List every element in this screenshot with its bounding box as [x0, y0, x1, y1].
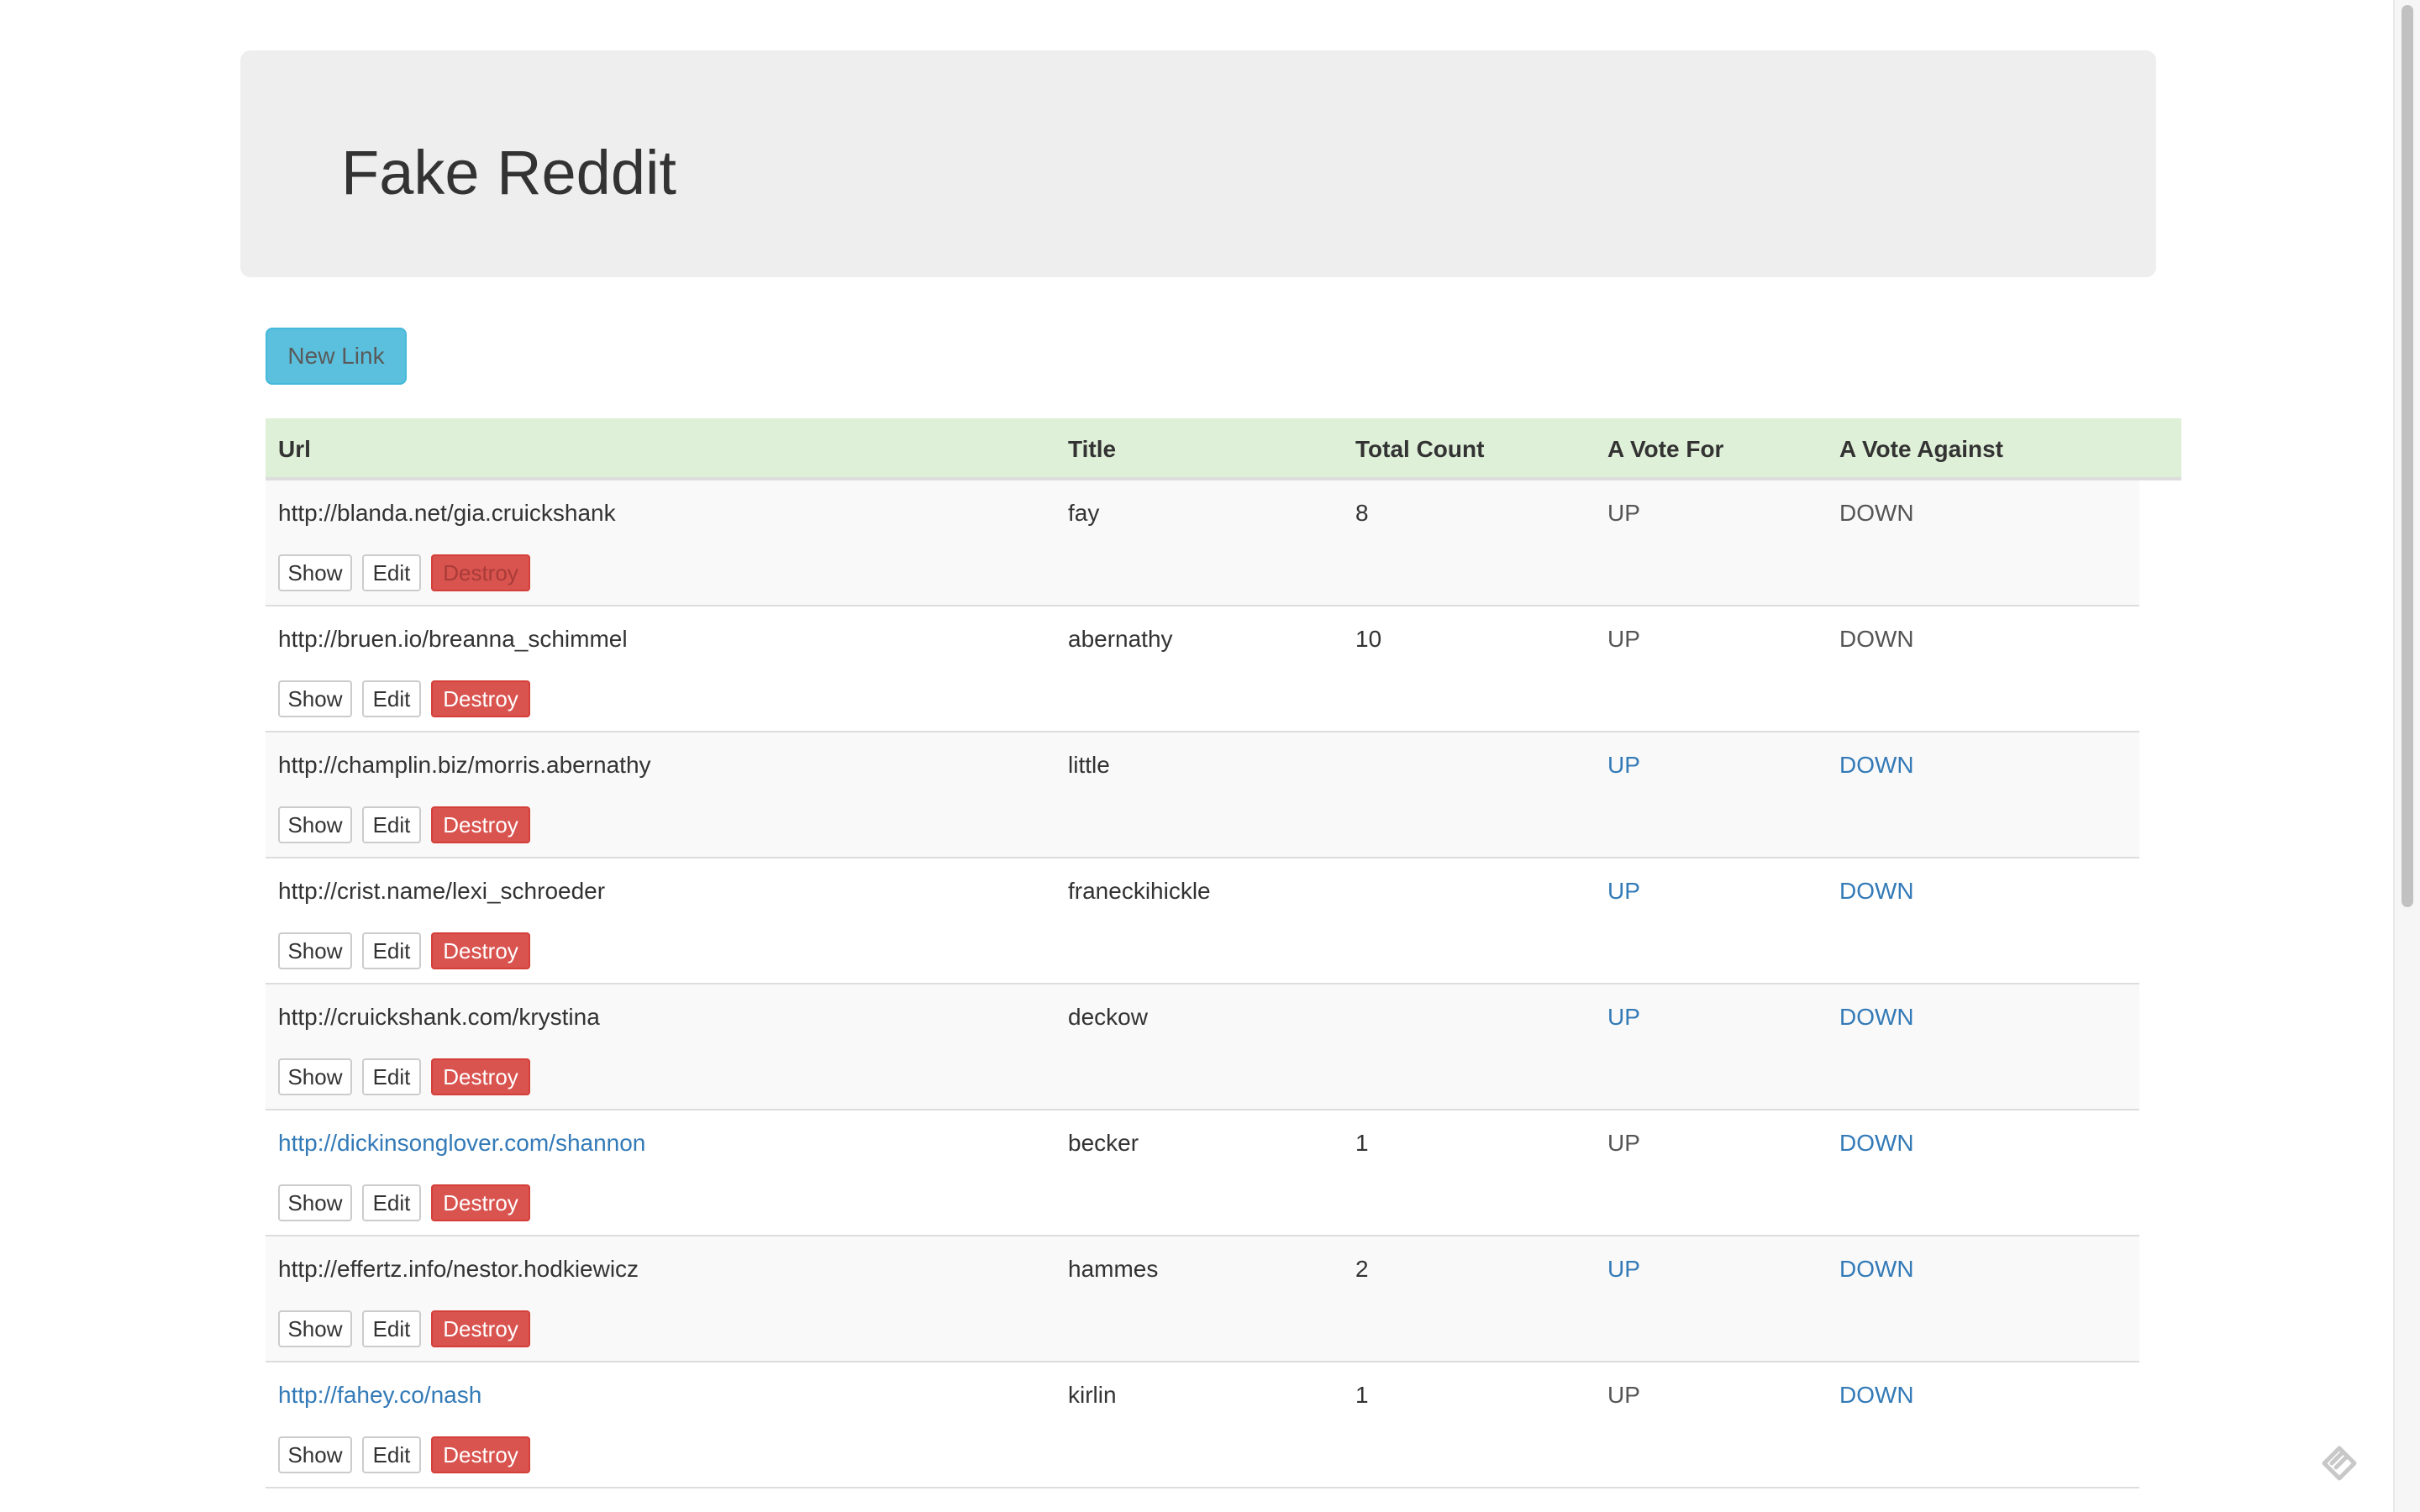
destroy-button[interactable]: Destroy [431, 806, 530, 843]
row-total-count: 1 [1355, 1382, 1369, 1408]
jumbotron-header: Fake Reddit [240, 50, 2156, 277]
table-header-row: Url Title Total Count A Vote For A Vote … [266, 418, 2181, 480]
links-table: Url Title Total Count A Vote For A Vote … [266, 418, 2181, 1488]
show-button[interactable]: Show [278, 680, 352, 717]
destroy-button[interactable]: Destroy [431, 1436, 530, 1473]
show-button[interactable]: Show [278, 1184, 352, 1221]
page: Fake Reddit New Link Url Title Total Cou… [0, 0, 2420, 1512]
destroy-button[interactable]: Destroy [431, 680, 530, 717]
table-row: http://blanda.net/gia.cruickshank fay 8 UP D… [266, 480, 2139, 606]
show-button[interactable]: Show [278, 806, 352, 843]
row-title: deckow [1068, 1004, 1148, 1030]
table-row: http://fahey.co/nash kirlin 1 UP DOWN Show Edi… [266, 1362, 2139, 1488]
row-total-count: 10 [1355, 626, 1382, 652]
row-title: franeckihickle [1068, 878, 1211, 904]
row-url: http://blanda.net/gia.cruickshank [278, 500, 616, 526]
row-title: fay [1068, 500, 1100, 526]
vote-up-link: UP [1607, 500, 1640, 526]
show-button[interactable]: Show [278, 1058, 352, 1095]
vote-up-link[interactable]: UP [1607, 1003, 1640, 1032]
edit-button[interactable]: Edit [362, 806, 421, 843]
vote-up-link: UP [1607, 1382, 1640, 1408]
row-url: http://champlin.biz/morris.abernathy [278, 752, 651, 778]
show-button[interactable]: Show [278, 1436, 352, 1473]
edit-button[interactable]: Edit [362, 680, 421, 717]
table-row: http://effertz.info/nestor.hodkiewicz ham… [266, 1236, 2139, 1362]
pencil-icon[interactable] [2317, 1438, 2361, 1482]
column-header-url: Url [278, 436, 311, 462]
destroy-button[interactable]: Destroy [431, 1058, 530, 1095]
row-title: becker [1068, 1130, 1139, 1156]
vote-down-link[interactable]: DOWN [1839, 1003, 1914, 1032]
row-url[interactable]: http://fahey.co/nash [278, 1381, 481, 1410]
column-header-total-count: Total Count [1355, 436, 1485, 462]
edit-button[interactable]: Edit [362, 1058, 421, 1095]
row-title: abernathy [1068, 626, 1173, 652]
vote-down-link[interactable]: DOWN [1839, 1381, 1914, 1410]
vote-up-link: UP [1607, 1130, 1640, 1156]
edit-button[interactable]: Edit [362, 554, 421, 591]
edit-button[interactable]: Edit [362, 1184, 421, 1221]
row-url: http://cruickshank.com/krystina [278, 1004, 600, 1030]
column-header-vote-for: A Vote For [1607, 436, 1724, 462]
vote-down-link[interactable]: DOWN [1839, 1255, 1914, 1284]
edit-button[interactable]: Edit [362, 1436, 421, 1473]
table-body: http://blanda.net/gia.cruickshank fay 8 UP D… [266, 480, 2139, 1488]
table-row: http://bruen.io/breanna_schimmel abernath… [266, 606, 2139, 732]
row-title: hammes [1068, 1256, 1159, 1282]
show-button[interactable]: Show [278, 1310, 352, 1347]
row-total-count: 2 [1355, 1256, 1369, 1282]
vote-down-link: DOWN [1839, 500, 1914, 526]
row-url: http://effertz.info/nestor.hodkiewicz [278, 1256, 639, 1282]
vertical-scrollbar[interactable] [2393, 0, 2420, 1512]
table-row: http://dickinsonglover.com/shannon becker… [266, 1110, 2139, 1236]
page-title: Fake Reddit [341, 138, 676, 207]
destroy-button[interactable]: Destroy [431, 1184, 530, 1221]
edit-button[interactable]: Edit [362, 932, 421, 969]
vote-down-link[interactable]: DOWN [1839, 877, 1914, 906]
row-url: http://bruen.io/breanna_schimmel [278, 626, 628, 652]
table-row: http://cruickshank.com/krystina deckow UP D… [266, 984, 2139, 1110]
vote-up-link[interactable]: UP [1607, 877, 1640, 906]
destroy-button[interactable]: Destroy [431, 554, 530, 591]
vote-down-link[interactable]: DOWN [1839, 1129, 1914, 1158]
show-button[interactable]: Show [278, 932, 352, 969]
vote-down-link: DOWN [1839, 626, 1914, 652]
destroy-button[interactable]: Destroy [431, 1310, 530, 1347]
row-total-count: 8 [1355, 500, 1369, 526]
vote-up-link[interactable]: UP [1607, 751, 1640, 780]
new-link-button[interactable]: New Link [266, 328, 407, 385]
row-url[interactable]: http://dickinsonglover.com/shannon [278, 1129, 645, 1158]
row-total-count: 1 [1355, 1130, 1369, 1156]
vote-up-link[interactable]: UP [1607, 1255, 1640, 1284]
table-row: http://champlin.biz/morris.abernathy litt… [266, 732, 2139, 858]
row-title: little [1068, 752, 1110, 778]
column-header-vote-against: A Vote Against [1839, 436, 2003, 462]
edit-button[interactable]: Edit [362, 1310, 421, 1347]
destroy-button[interactable]: Destroy [431, 932, 530, 969]
show-button[interactable]: Show [278, 554, 352, 591]
vote-up-link: UP [1607, 626, 1640, 652]
row-url: http://crist.name/lexi_schroeder [278, 878, 606, 904]
column-header-title: Title [1068, 436, 1117, 462]
vote-down-link[interactable]: DOWN [1839, 751, 1914, 780]
scrollbar-thumb[interactable] [2402, 5, 2413, 907]
row-title: kirlin [1068, 1382, 1117, 1408]
table-row: http://crist.name/lexi_schroeder franecki… [266, 858, 2139, 984]
